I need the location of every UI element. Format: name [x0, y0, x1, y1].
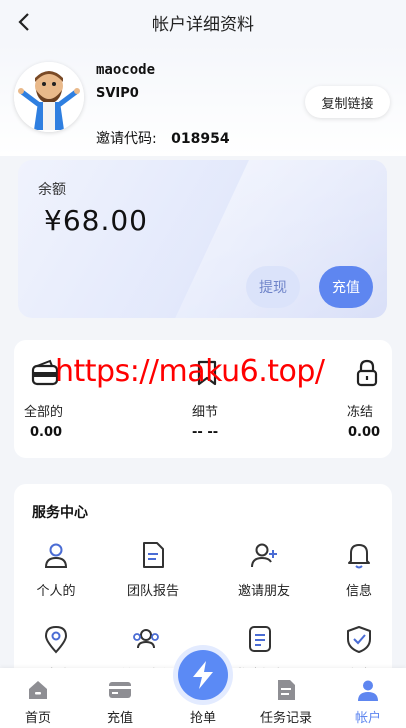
record-icon	[278, 680, 295, 700]
vip-level: SVIP0	[96, 86, 139, 101]
document-icon	[143, 542, 164, 568]
top-header: 帐户详细资料	[0, 0, 406, 44]
profile-section: maocode SVIP0 邀请代码: 018954 复制链接	[0, 44, 406, 156]
stat-detail-value: -- --	[192, 425, 219, 440]
avatar[interactable]	[14, 62, 84, 132]
stat-detail-label: 细节	[192, 405, 219, 420]
tab-recharge[interactable]: 充值	[85, 668, 155, 728]
page-title: 帐户详细资料	[152, 14, 254, 35]
grab-order-button[interactable]	[178, 650, 228, 700]
service-item-label: 个人的	[36, 584, 76, 599]
service-item-invite-friends[interactable]: 邀请朋友	[224, 540, 304, 610]
group-icon	[133, 629, 159, 649]
balance-label: 余额	[38, 182, 66, 198]
task-icon	[249, 626, 271, 652]
copy-link-button[interactable]: 复制链接	[305, 86, 390, 118]
tab-label: 首页	[24, 711, 51, 726]
withdraw-button[interactable]: 提现	[246, 266, 300, 308]
avatar-character-icon	[14, 62, 84, 132]
tab-label: 帐户	[354, 711, 381, 726]
tab-task-records[interactable]: 任务记录	[251, 668, 321, 728]
bell-icon	[348, 544, 370, 569]
stat-frozen-label: 冻结	[347, 405, 374, 420]
shield-icon	[347, 626, 371, 653]
service-item-label: 团队报告	[126, 584, 179, 599]
service-item-label: 邀请朋友	[237, 584, 290, 599]
balance-card: 余额 ¥68.00 提现 充值	[18, 160, 387, 318]
user-icon	[44, 543, 68, 568]
tab-label: 充值	[106, 711, 133, 726]
add-user-icon	[251, 543, 277, 568]
watermark-url: https://maku6.top/	[55, 354, 325, 389]
home-icon	[29, 681, 47, 699]
service-item-label: 信息	[345, 584, 372, 599]
service-item-team-report[interactable]: 团队报告	[113, 540, 193, 610]
invite-code-value: 018954	[171, 131, 230, 147]
username: maocode	[96, 62, 156, 78]
location-icon	[44, 625, 68, 654]
back-button[interactable]	[10, 8, 38, 36]
balance-value: ¥68.00	[44, 204, 148, 237]
chevron-left-icon	[18, 13, 29, 31]
grab-order-label: 抢单	[189, 711, 216, 726]
invite-code-label: 邀请代码:	[96, 131, 157, 147]
card-icon	[109, 682, 131, 698]
lightning-icon	[193, 661, 213, 689]
recharge-button[interactable]: 充值	[319, 266, 373, 308]
lock-icon	[356, 359, 378, 387]
tab-account[interactable]: 帐户	[333, 668, 403, 728]
stat-frozen-value: 0.00	[348, 425, 381, 440]
service-item-personal[interactable]: 个人的	[16, 540, 96, 610]
account-icon	[358, 680, 378, 701]
service-item-messages[interactable]: 信息	[319, 540, 392, 610]
stat-all-value: 0.00	[30, 425, 63, 440]
tab-label: 任务记录	[259, 711, 312, 726]
service-center-title: 服务中心	[32, 505, 88, 521]
stat-all-label: 全部的	[24, 405, 64, 420]
invite-code-row: 邀请代码: 018954	[96, 128, 230, 148]
tab-home[interactable]: 首页	[3, 668, 73, 728]
